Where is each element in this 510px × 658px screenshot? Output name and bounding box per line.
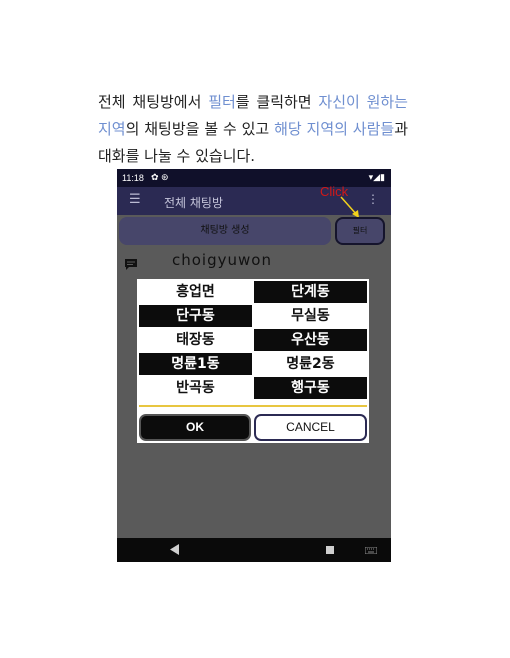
para-seg-highlight: 해당 지역의 사람들 (274, 120, 395, 138)
region-option[interactable]: 명륜2동 (254, 353, 367, 375)
status-bar: 11:18 ✿ ⊛ ▾◢▮ (117, 169, 391, 187)
description-paragraph: 전체 채팅방에서 필터를 클릭하면 자신이 원하는 지역의 채팅방을 볼 수 있… (98, 89, 408, 170)
region-option-selected[interactable]: 행구동 (254, 377, 367, 399)
hamburger-menu-icon[interactable]: ☰ (129, 192, 141, 207)
para-seg-highlight: 필터 (208, 93, 236, 111)
ok-button[interactable]: OK (139, 414, 251, 441)
keyboard-icon[interactable] (365, 547, 377, 554)
create-room-button[interactable]: 채팅방 생성 (119, 217, 331, 245)
settings-icon: ✿ ⊛ (151, 172, 169, 182)
cancel-button[interactable]: CANCEL (254, 414, 367, 441)
overflow-menu-icon[interactable]: ⋮ (367, 192, 379, 206)
filter-button[interactable]: 필터 (335, 217, 385, 245)
android-nav-bar (117, 538, 391, 562)
chat-room-name[interactable]: choigyuwon (172, 251, 272, 269)
para-seg: 를 클릭하면 (235, 93, 319, 111)
region-option-selected[interactable]: 우산동 (254, 329, 367, 351)
phone-screenshot: 11:18 ✿ ⊛ ▾◢▮ ☰ 전체 채팅방 ⋮ Click 채팅방 생성 필터… (117, 169, 391, 562)
region-option-selected[interactable]: 단계동 (254, 281, 367, 303)
region-filter-dialog: 흥업면 단계동 단구동 무실동 태장동 우산동 명륜1동 명륜2동 반곡동 행구… (137, 279, 369, 443)
region-option-selected[interactable]: 단구동 (139, 305, 252, 327)
dialog-divider (139, 405, 367, 407)
para-seg: 의 채팅방을 볼 수 있고 (125, 120, 275, 138)
back-icon[interactable] (170, 544, 180, 555)
status-time: 11:18 (122, 173, 144, 183)
para-seg: 전체 채팅방에서 (98, 93, 209, 111)
chat-icon (125, 259, 137, 270)
recent-apps-icon[interactable] (326, 546, 334, 554)
app-bar-title: 전체 채팅방 (164, 196, 224, 210)
signal-battery-icon: ▾◢▮ (368, 172, 385, 182)
region-option[interactable]: 무실동 (254, 305, 367, 327)
region-option[interactable]: 태장동 (139, 329, 252, 351)
region-option[interactable]: 흥업면 (139, 281, 252, 303)
region-option[interactable]: 반곡동 (139, 377, 252, 399)
region-option-selected[interactable]: 명륜1동 (139, 353, 252, 375)
